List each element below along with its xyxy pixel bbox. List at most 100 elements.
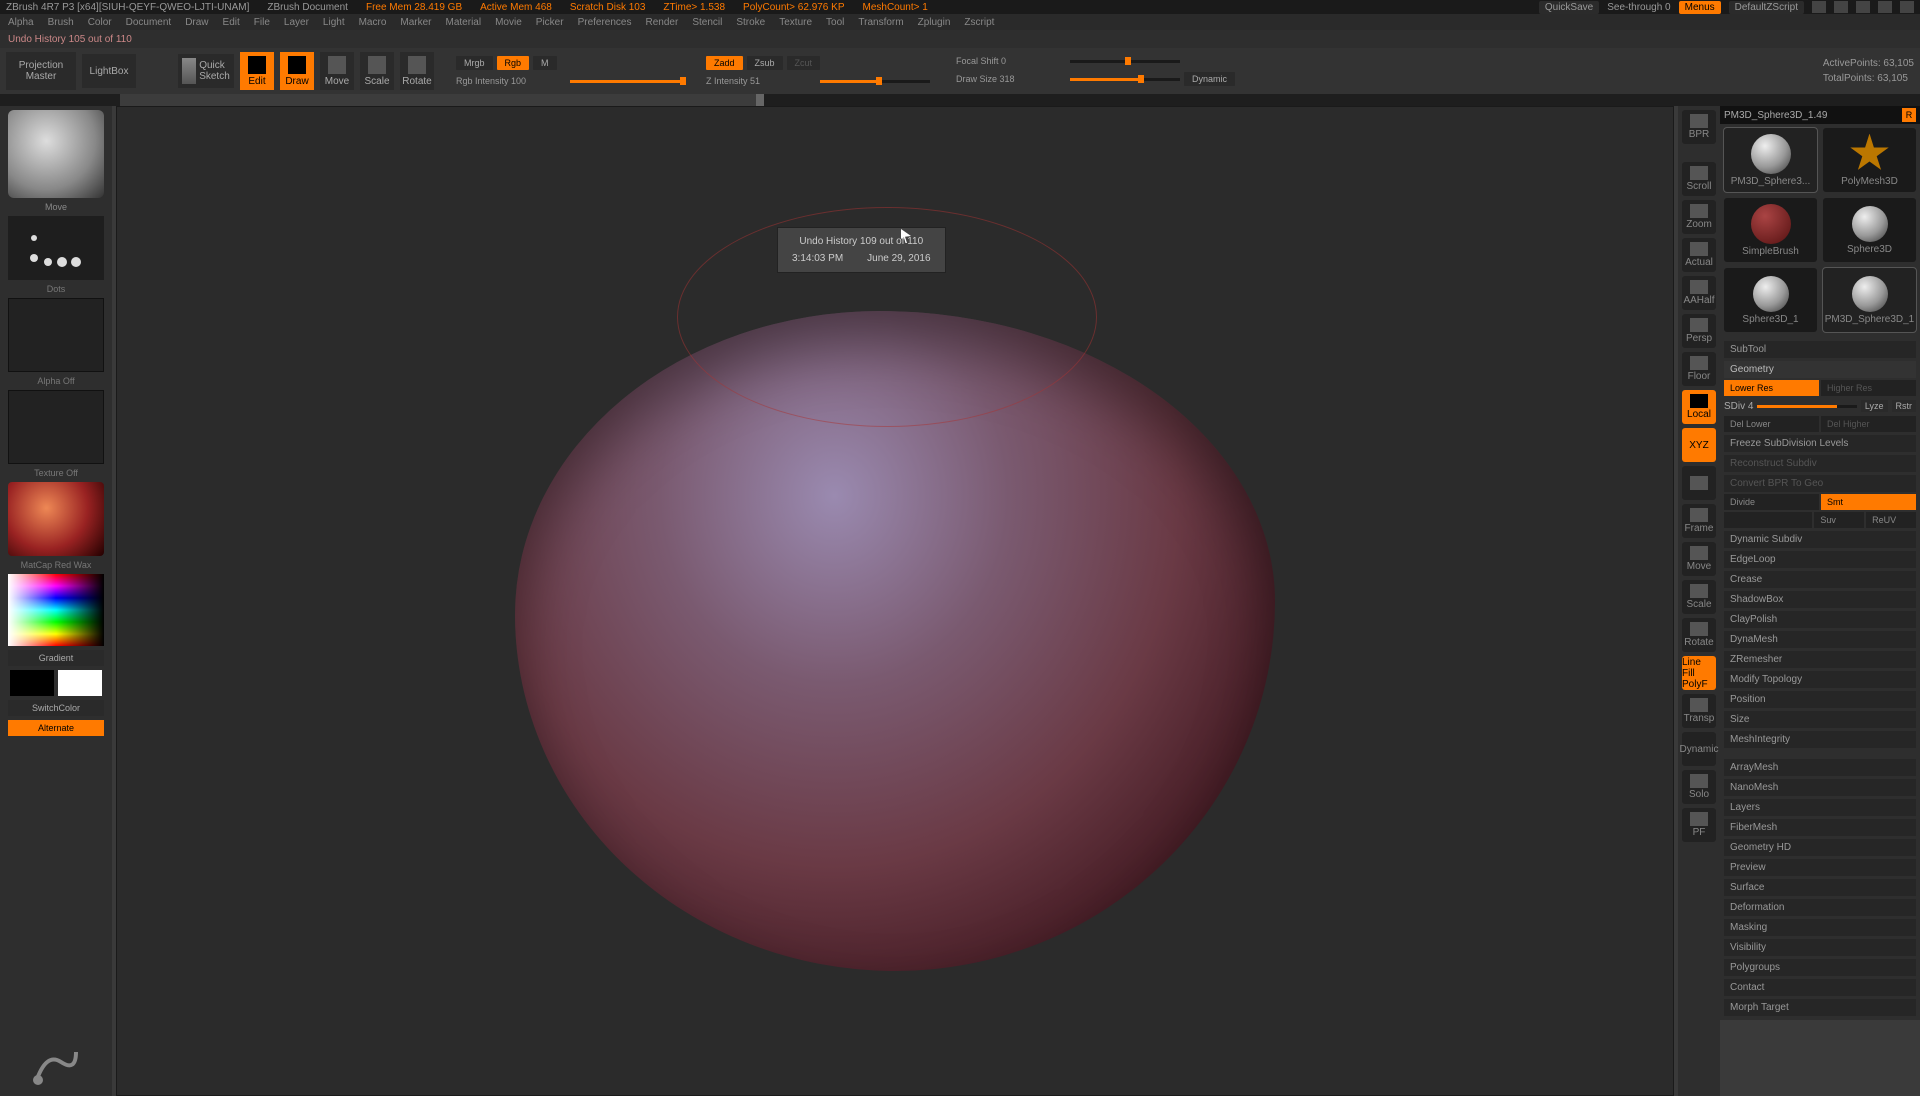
swatch-black[interactable] bbox=[10, 670, 54, 696]
modify-topology-section[interactable]: Modify Topology bbox=[1724, 671, 1916, 688]
transp-button[interactable]: Transp bbox=[1682, 694, 1716, 728]
subtool-section[interactable]: SubTool bbox=[1724, 341, 1916, 358]
alternate-button[interactable]: Alternate bbox=[8, 720, 104, 736]
z-intensity-slider[interactable] bbox=[820, 80, 930, 83]
viewport[interactable]: Undo History 109 out of 110 3:14:03 PM J… bbox=[116, 106, 1674, 1096]
gradient-button[interactable]: Gradient bbox=[8, 650, 104, 666]
size-section[interactable]: Size bbox=[1724, 711, 1916, 728]
reuv-button[interactable]: ReUV bbox=[1866, 512, 1916, 528]
rstr-button[interactable]: Rstr bbox=[1892, 400, 1917, 412]
dynamic-toggle[interactable]: Dynamic bbox=[1184, 72, 1235, 86]
zcut-button[interactable]: Zcut bbox=[787, 56, 821, 70]
zremesher-section[interactable]: ZRemesher bbox=[1724, 651, 1916, 668]
arraymesh-section[interactable]: ArrayMesh bbox=[1724, 759, 1916, 776]
zadd-button[interactable]: Zadd bbox=[706, 56, 743, 70]
thumb-item[interactable]: Sphere3D_1 bbox=[1724, 268, 1817, 332]
see-through[interactable]: See-through 0 bbox=[1607, 2, 1670, 13]
menu-item[interactable]: Edit bbox=[223, 17, 240, 28]
menu-item[interactable]: Stroke bbox=[736, 17, 765, 28]
masking-section[interactable]: Masking bbox=[1724, 919, 1916, 936]
menu-item[interactable]: Document bbox=[126, 17, 172, 28]
rgb-intensity-slider[interactable] bbox=[570, 80, 680, 83]
zoom-button[interactable]: Zoom bbox=[1682, 200, 1716, 234]
pin-button[interactable]: R bbox=[1902, 108, 1916, 122]
move-view-button[interactable]: Move bbox=[1682, 542, 1716, 576]
shadowbox-section[interactable]: ShadowBox bbox=[1724, 591, 1916, 608]
scale-mode-button[interactable]: Scale bbox=[360, 52, 394, 90]
menu-item[interactable]: Layer bbox=[284, 17, 309, 28]
preview-section[interactable]: Preview bbox=[1724, 859, 1916, 876]
close-icon[interactable] bbox=[1900, 1, 1914, 13]
m-button[interactable]: M bbox=[533, 56, 557, 70]
edit-mode-button[interactable]: Edit bbox=[240, 52, 274, 90]
divide-button[interactable]: Divide bbox=[1724, 494, 1819, 510]
frame-button[interactable]: Frame bbox=[1682, 504, 1716, 538]
menu-item[interactable]: Marker bbox=[400, 17, 431, 28]
quicksketch-button[interactable]: Quick Sketch bbox=[178, 54, 234, 88]
polyframe-button[interactable]: Line Fill PolyF bbox=[1682, 656, 1716, 690]
menus-button[interactable]: Menus bbox=[1679, 1, 1721, 14]
scroll-button[interactable]: Scroll bbox=[1682, 162, 1716, 196]
thumb-item[interactable]: PM3D_Sphere3... bbox=[1724, 128, 1817, 192]
rotate-mode-button[interactable]: Rotate bbox=[400, 52, 434, 90]
higher-res-button[interactable]: Higher Res bbox=[1821, 380, 1916, 396]
fibermesh-section[interactable]: FiberMesh bbox=[1724, 819, 1916, 836]
local-button[interactable]: Local bbox=[1682, 390, 1716, 424]
del-lower-button[interactable]: Del Lower bbox=[1724, 416, 1819, 432]
rotate-view-button[interactable]: Rotate bbox=[1682, 618, 1716, 652]
thumb-item[interactable]: SimpleBrush bbox=[1724, 198, 1817, 262]
menu-item[interactable]: Brush bbox=[48, 17, 74, 28]
projection-master-button[interactable]: Projection Master bbox=[6, 52, 76, 90]
lyze-button[interactable]: Lyze bbox=[1861, 400, 1888, 412]
meshintegrity-section[interactable]: MeshIntegrity bbox=[1724, 731, 1916, 748]
edgeloop-section[interactable]: EdgeLoop bbox=[1724, 551, 1916, 568]
menu-item[interactable]: Texture bbox=[779, 17, 812, 28]
menu-item[interactable]: Render bbox=[646, 17, 679, 28]
menu-item[interactable]: Zplugin bbox=[918, 17, 951, 28]
bpr-button[interactable]: BPR bbox=[1682, 110, 1716, 144]
scale-view-button[interactable]: Scale bbox=[1682, 580, 1716, 614]
menu-item[interactable]: Tool bbox=[826, 17, 844, 28]
solo-button[interactable]: Solo bbox=[1682, 770, 1716, 804]
menu-item[interactable]: File bbox=[254, 17, 270, 28]
dynamic-subdiv-section[interactable]: Dynamic Subdiv bbox=[1724, 531, 1916, 548]
morphtarget-section[interactable]: Morph Target bbox=[1724, 999, 1916, 1016]
focal-shift-slider[interactable] bbox=[1070, 60, 1180, 63]
menu-item[interactable]: Zscript bbox=[964, 17, 994, 28]
material-thumbnail[interactable] bbox=[8, 482, 104, 556]
thumb-item[interactable]: PM3D_Sphere3D_1 bbox=[1823, 268, 1916, 332]
suv-button[interactable]: Suv bbox=[1814, 512, 1864, 528]
layout-icon[interactable] bbox=[1834, 1, 1848, 13]
undo-history-bar[interactable] bbox=[0, 94, 1920, 106]
draw-mode-button[interactable]: Draw bbox=[280, 52, 314, 90]
mrgb-button[interactable]: Mrgb bbox=[456, 56, 493, 70]
del-higher-button[interactable]: Del Higher bbox=[1821, 416, 1916, 432]
default-zscript[interactable]: DefaultZScript bbox=[1729, 1, 1804, 14]
polygroups-section[interactable]: Polygroups bbox=[1724, 959, 1916, 976]
menu-item[interactable]: Movie bbox=[495, 17, 522, 28]
surface-section[interactable]: Surface bbox=[1724, 879, 1916, 896]
alpha-thumbnail[interactable] bbox=[8, 298, 104, 372]
texture-thumbnail[interactable] bbox=[8, 390, 104, 464]
contact-section[interactable]: Contact bbox=[1724, 979, 1916, 996]
minimize-icon[interactable] bbox=[1856, 1, 1870, 13]
layout-icon[interactable] bbox=[1812, 1, 1826, 13]
xyz-button[interactable]: XYZ bbox=[1682, 428, 1716, 462]
nanomesh-section[interactable]: NanoMesh bbox=[1724, 779, 1916, 796]
menu-item[interactable]: Material bbox=[446, 17, 482, 28]
position-section[interactable]: Position bbox=[1724, 691, 1916, 708]
menu-item[interactable]: Transform bbox=[858, 17, 903, 28]
persp-button[interactable]: Persp bbox=[1682, 314, 1716, 348]
menu-item[interactable]: Draw bbox=[185, 17, 208, 28]
menu-item[interactable]: Preferences bbox=[578, 17, 632, 28]
pf-button[interactable]: PF bbox=[1682, 808, 1716, 842]
dynamic-sub-button[interactable]: Dynamic bbox=[1682, 732, 1716, 766]
floor-button[interactable]: Floor bbox=[1682, 352, 1716, 386]
menu-item[interactable]: Color bbox=[88, 17, 112, 28]
claypolish-section[interactable]: ClayPolish bbox=[1724, 611, 1916, 628]
geometry-section[interactable]: Geometry bbox=[1724, 361, 1916, 378]
swatch-white[interactable] bbox=[58, 670, 102, 696]
lightbox-button[interactable]: LightBox bbox=[82, 54, 136, 88]
dynamesh-section[interactable]: DynaMesh bbox=[1724, 631, 1916, 648]
menu-item[interactable]: Light bbox=[323, 17, 345, 28]
